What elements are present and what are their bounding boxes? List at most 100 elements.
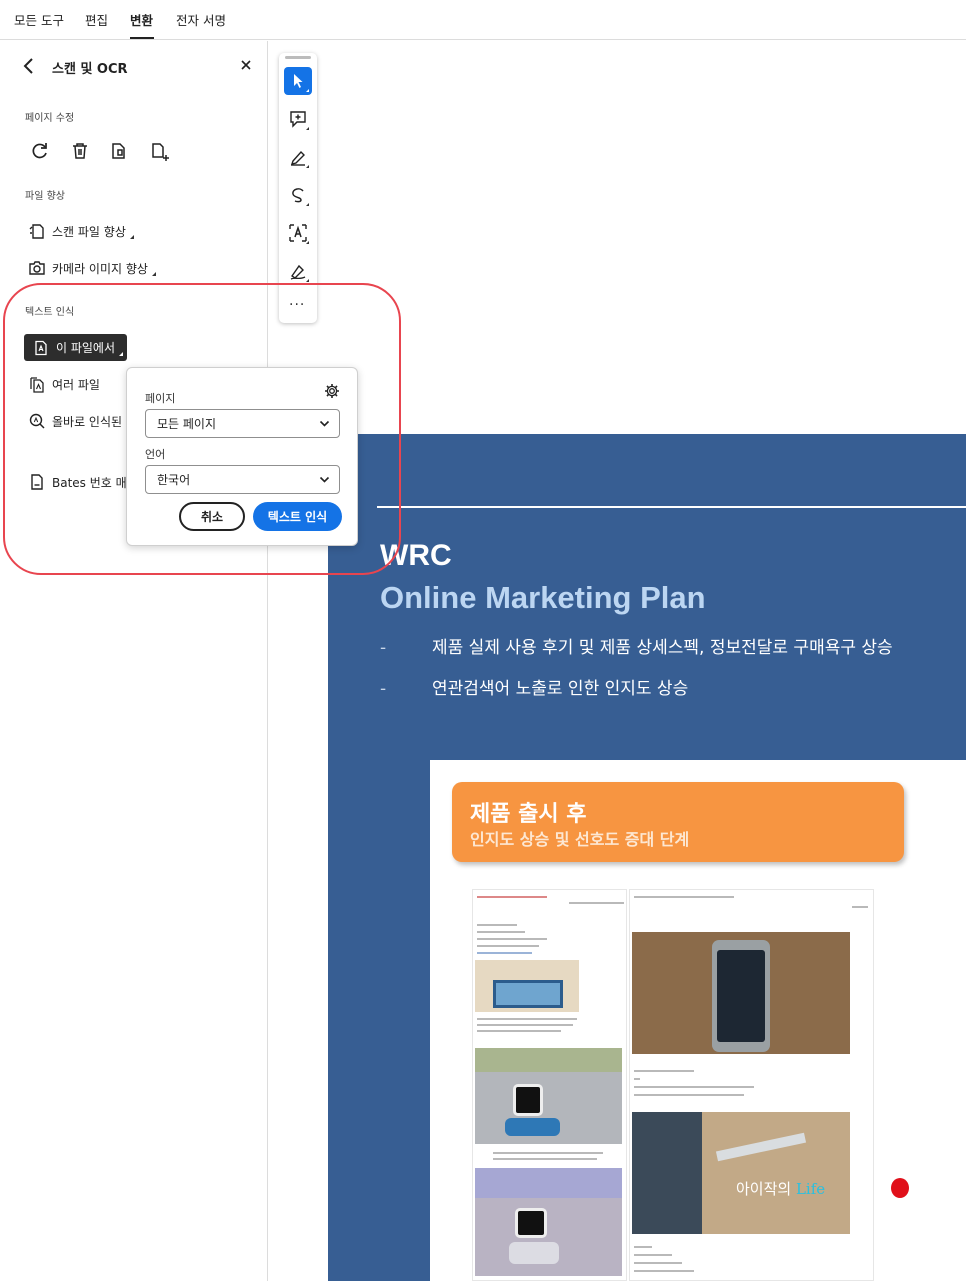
scan-ocr-panel: 스캔 및 OCR 페이지 수정 파일 향상 스캔 파일 향상 카메라 이미지 향… xyxy=(0,41,268,1281)
cancel-button[interactable]: 취소 xyxy=(179,502,245,531)
sign-tool-button[interactable] xyxy=(284,257,312,285)
page-label: 페이지 xyxy=(145,392,176,405)
watermark-life: Life xyxy=(795,1180,826,1198)
panel-header: 스캔 및 OCR xyxy=(22,55,252,79)
close-icon[interactable] xyxy=(240,57,252,75)
tab-edit[interactable]: 편집 xyxy=(85,10,108,29)
language-select[interactable]: 한국어 xyxy=(145,465,340,494)
banner-title: 제품 출시 후 xyxy=(470,802,587,827)
toolbar-grip[interactable] xyxy=(285,56,311,59)
text-line xyxy=(852,906,868,908)
add-comment-tool-button[interactable] xyxy=(284,105,312,133)
bates-number-icon xyxy=(31,474,43,490)
recognize-text-button[interactable]: 텍스트 인식 xyxy=(253,502,342,531)
bates-numbering-item[interactable]: Bates 번호 매 xyxy=(28,469,127,495)
hand-device-photo xyxy=(632,1112,850,1234)
phase-banner: 제품 출시 후 인지도 상승 및 선호도 증대 단계 xyxy=(452,782,904,862)
tab-all-tools[interactable]: 모든 도구 xyxy=(14,10,64,29)
more-tools-icon[interactable]: ··· xyxy=(289,297,305,313)
correct-recognized-label: 올바로 인식된 xyxy=(52,414,123,429)
tab-e-sign[interactable]: 전자 서명 xyxy=(176,10,226,29)
document-page: WRC Online Marketing Plan - 제품 실제 사용 후기 및… xyxy=(328,434,966,1281)
title-divider xyxy=(377,506,966,508)
product-box-shape xyxy=(493,980,563,1008)
text-line xyxy=(477,952,532,954)
enhance-camera-item[interactable]: 카메라 이미지 향상 xyxy=(28,255,156,281)
blog-watermark: 아이작의 Life xyxy=(736,1178,825,1199)
top-menu-bar: 모든 도구 편집 변환 전자 서명 xyxy=(0,0,966,40)
delete-icon[interactable] xyxy=(70,141,92,163)
select-tool-button[interactable] xyxy=(284,67,312,95)
multiple-files-label: 여러 파일 xyxy=(52,377,100,392)
page-range-select[interactable]: 모든 페이지 xyxy=(145,409,340,438)
doc-title: WRC xyxy=(380,539,452,572)
text-line xyxy=(569,902,624,904)
document-text-icon xyxy=(35,340,47,355)
flyout-triangle-icon xyxy=(119,351,124,356)
enhance-camera-label: 카메라 이미지 향상 xyxy=(52,261,148,276)
bates-numbering-label: Bates 번호 매 xyxy=(52,475,127,490)
bullet-dash: - xyxy=(380,679,387,699)
text-line xyxy=(477,1018,577,1020)
flyout-triangle-icon xyxy=(306,127,309,130)
doc-bullet-1-text: 제품 실제 사용 후기 및 제품 상세스펙, 정보전달로 구매욕구 상승 xyxy=(432,638,893,658)
watch-face xyxy=(513,1084,543,1116)
phone-body xyxy=(712,940,770,1052)
page-range-value: 모든 페이지 xyxy=(157,417,217,431)
scan-document-icon xyxy=(29,224,44,239)
text-line xyxy=(493,1152,603,1154)
phone-photo xyxy=(632,932,850,1054)
doc-bullet-1: - 제품 실제 사용 후기 및 제품 상세스펙, 정보전달로 구매욕구 상승 xyxy=(380,633,893,658)
text-line xyxy=(477,896,547,898)
doc-content-card: 제품 출시 후 인지도 상승 및 선호도 증대 단계 아이작의 Life xyxy=(430,760,966,1281)
magnify-text-icon xyxy=(29,413,45,429)
extract-page-icon[interactable] xyxy=(109,141,131,163)
language-value: 한국어 xyxy=(157,473,191,487)
active-tab-indicator xyxy=(130,37,154,39)
doc-bullet-2-text: 연관검색어 노출로 인한 인지도 상승 xyxy=(432,679,689,699)
highlight-tool-button[interactable] xyxy=(284,143,312,171)
flyout-triangle-icon xyxy=(306,241,309,244)
insert-page-icon[interactable] xyxy=(149,141,171,163)
flower-background xyxy=(475,1048,622,1072)
text-line xyxy=(634,1078,640,1080)
in-this-file-item[interactable]: 이 파일에서 xyxy=(24,334,127,361)
ocr-settings-popup: 페이지 모든 페이지 언어 한국어 취소 텍스트 인식 xyxy=(126,367,358,546)
flyout-triangle-icon xyxy=(151,272,156,276)
section-text-recognition: 텍스트 인식 xyxy=(25,307,75,318)
text-recognition-icon xyxy=(289,224,307,242)
product-box-photo xyxy=(475,960,579,1012)
watch-strap xyxy=(505,1118,560,1136)
enhance-scan-item[interactable]: 스캔 파일 향상 xyxy=(28,218,134,244)
text-recognition-tool-button[interactable] xyxy=(284,219,312,247)
enhance-scan-label: 스캔 파일 향상 xyxy=(52,224,126,239)
banner-subtitle: 인지도 상승 및 선호도 증대 단계 xyxy=(470,830,690,849)
back-chevron-icon[interactable] xyxy=(22,57,40,75)
text-line xyxy=(477,945,539,947)
text-line xyxy=(477,1024,573,1026)
watch-face xyxy=(515,1208,547,1238)
in-this-file-label: 이 파일에서 xyxy=(56,341,116,355)
doc-subtitle: Online Marketing Plan xyxy=(380,580,706,615)
flyout-triangle-icon xyxy=(306,203,309,206)
watch-strap xyxy=(509,1242,559,1264)
text-line xyxy=(477,931,525,933)
device-stick xyxy=(715,1132,807,1162)
blog-screenshot-left xyxy=(472,889,627,1281)
flyout-triangle-icon xyxy=(129,235,134,239)
draw-tool-button[interactable] xyxy=(284,181,312,209)
correct-recognized-item[interactable]: 올바로 인식된 xyxy=(28,408,122,434)
rotate-icon[interactable] xyxy=(30,141,52,163)
text-line xyxy=(634,1094,744,1096)
gear-icon[interactable] xyxy=(324,383,340,403)
text-line xyxy=(477,938,547,940)
camera-icon xyxy=(29,261,45,275)
smartwatch-photo-1 xyxy=(475,1048,622,1144)
multiple-files-item[interactable]: 여러 파일 xyxy=(28,371,100,397)
language-label: 언어 xyxy=(145,448,166,461)
text-line xyxy=(634,896,734,898)
tab-convert[interactable]: 변환 xyxy=(130,10,153,29)
text-line xyxy=(634,1070,694,1072)
bullet-dash: - xyxy=(380,638,387,658)
flyout-triangle-icon xyxy=(306,279,309,282)
